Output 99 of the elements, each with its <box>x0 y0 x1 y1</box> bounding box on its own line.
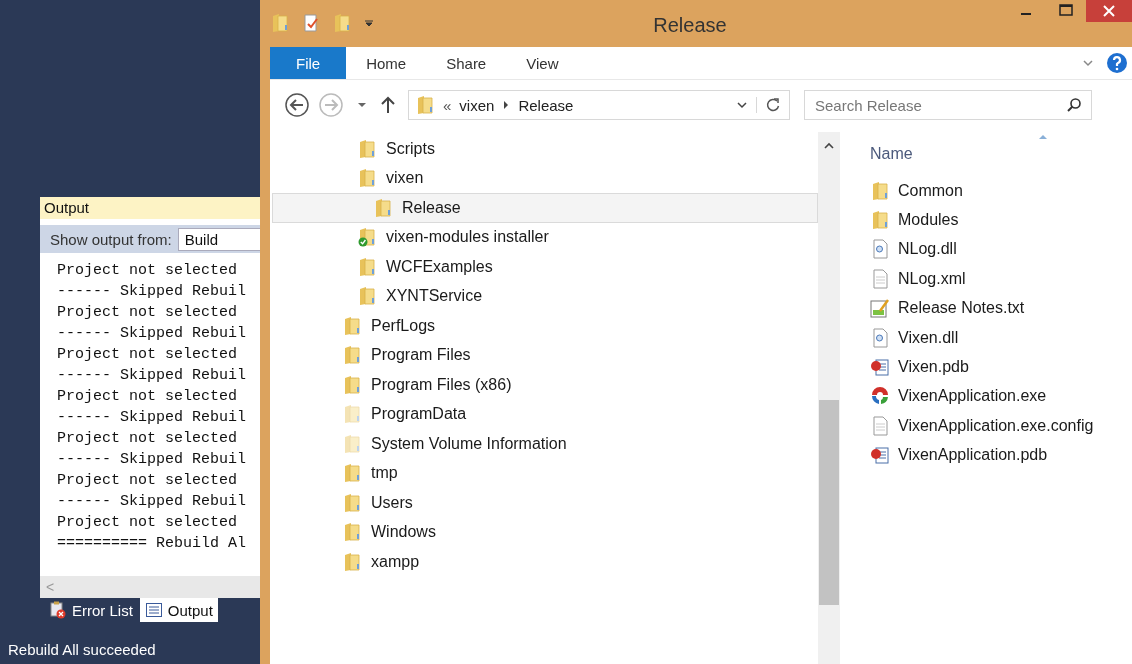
file-item[interactable]: Common <box>870 176 1132 206</box>
sort-ascending-icon <box>1038 134 1048 140</box>
folder-icon <box>342 374 362 395</box>
close-button[interactable] <box>1086 0 1132 22</box>
status-text: Rebuild All succeeded <box>8 641 156 658</box>
folder-icon <box>342 551 362 572</box>
file-item[interactable]: Modules <box>870 205 1132 235</box>
properties-icon[interactable] <box>302 13 320 33</box>
tree-item[interactable]: vixen-modules installer <box>272 222 818 252</box>
output-line: Project not selected <box>57 513 239 533</box>
source-dropdown[interactable]: Build <box>177 227 260 251</box>
breadcrumb[interactable]: vixen <box>459 96 495 114</box>
output-line: Project not selected <box>57 387 239 407</box>
file-item[interactable]: VixenApplication.pdb <box>870 440 1132 470</box>
file-item[interactable]: VixenApplication.exe <box>870 381 1132 412</box>
search-field[interactable]: Search Release <box>804 90 1092 120</box>
clipboard-error-icon <box>49 601 67 619</box>
folder-icon <box>342 345 362 366</box>
output-line: ------ Skipped Rebuil <box>57 492 248 512</box>
output-line: ------ Skipped Rebuil <box>57 282 248 302</box>
folder-icon <box>870 210 890 231</box>
help-icon[interactable] <box>1106 52 1128 74</box>
back-button[interactable] <box>284 92 310 118</box>
overflow-chevron[interactable]: « <box>443 96 452 114</box>
column-header[interactable]: Name <box>870 132 1070 176</box>
folder-icon <box>357 138 377 159</box>
output-line: ------ Skipped Rebuil <box>57 408 248 428</box>
output-line: ------ Skipped Rebuil <box>57 324 248 344</box>
search-icon <box>1066 97 1082 113</box>
panel-tab[interactable]: Output <box>139 598 218 622</box>
tree-item[interactable]: PerfLogs <box>272 311 818 341</box>
output-line: Project not selected <box>57 303 239 323</box>
ribbon-tab[interactable]: File <box>270 47 347 79</box>
tree-item[interactable]: Windows <box>272 517 818 547</box>
dropdown-icon[interactable] <box>364 18 374 28</box>
folder-icon <box>342 315 362 336</box>
document-icon <box>870 415 890 436</box>
new-folder-icon <box>332 13 352 33</box>
tree-item[interactable]: Scripts <box>272 134 818 164</box>
folder-icon <box>342 492 362 513</box>
ribbon-tab[interactable]: View <box>506 47 579 79</box>
breadcrumb[interactable]: Release <box>518 96 574 114</box>
tree-item[interactable]: System Volume Information <box>272 429 818 459</box>
tree-item[interactable]: ProgramData <box>272 399 818 429</box>
database-file-icon <box>870 357 890 378</box>
tree-item[interactable]: vixen <box>272 163 818 193</box>
folder-icon <box>357 256 377 277</box>
folder-icon <box>373 197 393 218</box>
ribbon-tab[interactable]: Share <box>426 47 507 79</box>
ribbon-tab[interactable]: Home <box>346 47 427 79</box>
document-icon <box>870 268 890 289</box>
breadcrumb-arrow-icon[interactable] <box>502 100 511 110</box>
file-item[interactable]: Release Notes.txt <box>870 293 1132 323</box>
file-item[interactable]: Vixen.pdb <box>870 352 1132 382</box>
folder-icon <box>270 13 290 33</box>
tree-item[interactable]: Program Files <box>272 340 818 370</box>
folder-icon <box>357 286 377 307</box>
chevron-down-icon[interactable] <box>736 99 748 111</box>
address-bar[interactable]: « vixen Release <box>408 90 790 120</box>
output-line: ------ Skipped Rebuil <box>57 450 248 470</box>
output-line: Project not selected <box>57 261 239 281</box>
file-item[interactable]: NLog.dll <box>870 234 1132 265</box>
folder-icon <box>357 168 377 189</box>
panel-title: Output <box>40 197 260 219</box>
output-line: ------ Skipped Rebuil <box>57 366 248 386</box>
up-arrow-icon[interactable] <box>380 95 396 115</box>
output-line: Project not selected <box>57 429 239 449</box>
output-window-icon <box>144 601 163 619</box>
tree-item[interactable]: XYNTService <box>272 281 818 311</box>
tree-item[interactable]: WCFExamples <box>272 252 818 282</box>
tree-item[interactable]: Release <box>272 193 818 223</box>
folder-icon <box>415 95 435 115</box>
folder-icon <box>342 433 362 454</box>
column-title: Name <box>870 145 913 163</box>
tree-item[interactable]: tmp <box>272 458 818 488</box>
gear-file-icon <box>870 239 890 260</box>
tree-item[interactable]: Program Files (x86) <box>272 370 818 400</box>
notepad-icon <box>870 298 890 319</box>
database-file-icon <box>870 445 890 466</box>
scrollbar-thumb[interactable] <box>819 400 839 605</box>
synced-folder-icon <box>357 227 377 248</box>
folder-icon <box>870 180 890 201</box>
tree-item[interactable]: Users <box>272 488 818 518</box>
file-item[interactable]: Vixen.dll <box>870 322 1132 353</box>
vertical-scrollbar[interactable] <box>818 132 840 664</box>
file-item[interactable]: NLog.xml <box>870 264 1132 294</box>
panel-tab[interactable]: Error List <box>44 598 138 622</box>
output-line: Project not selected <box>57 471 239 491</box>
file-item[interactable]: VixenApplication.exe.config <box>870 411 1132 441</box>
output-line: ========== Rebuild Al <box>57 534 248 554</box>
app-logo-icon <box>870 386 890 407</box>
folder-icon <box>342 463 362 484</box>
tree-item[interactable]: xampp <box>272 547 818 577</box>
output-line: Project not selected <box>57 345 239 365</box>
folder-icon <box>342 404 362 425</box>
gear-file-icon <box>870 327 890 348</box>
source-label: Show output from: <box>50 230 172 248</box>
folder-icon <box>342 522 362 543</box>
window-title: Release <box>652 13 728 37</box>
